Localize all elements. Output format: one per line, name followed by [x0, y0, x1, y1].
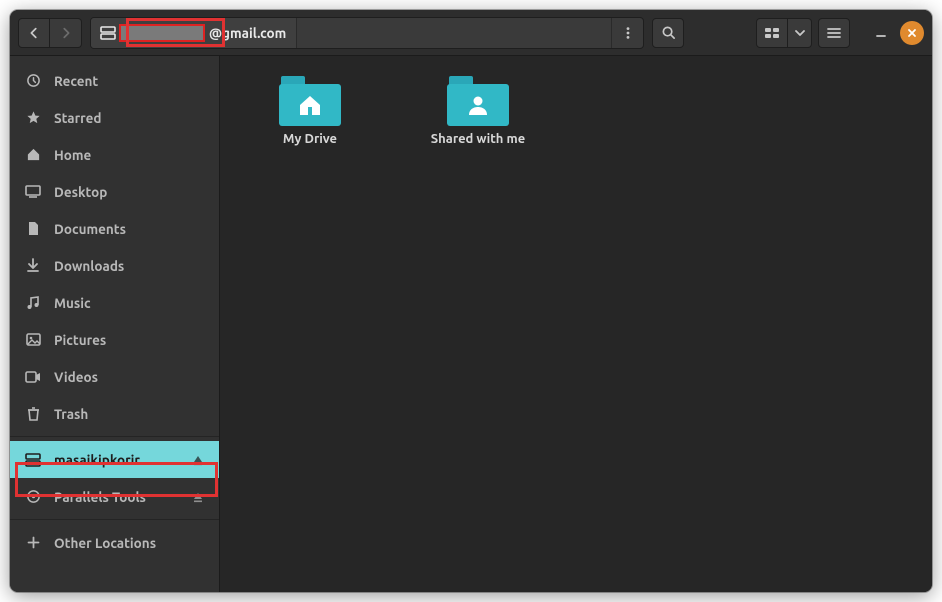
sidebar-mount-parallels[interactable]: Parallels Tools	[10, 478, 219, 515]
sidebar-separator	[10, 436, 219, 437]
folder-label: My Drive	[283, 132, 337, 146]
eject-button[interactable]	[189, 488, 207, 506]
drive-icon	[99, 24, 117, 42]
nav-back-button[interactable]	[18, 18, 50, 48]
file-manager-window: @gmail.com	[10, 10, 932, 592]
path-segment[interactable]: @gmail.com	[91, 18, 297, 48]
sidebar-item-music[interactable]: Music	[10, 284, 219, 321]
sidebar-item-downloads[interactable]: Downloads	[10, 247, 219, 284]
plus-icon	[24, 534, 42, 552]
document-icon	[24, 220, 42, 238]
sidebar-item-home[interactable]: Home	[10, 136, 219, 173]
videos-icon	[24, 368, 42, 386]
folder-my-drive[interactable]: My Drive	[250, 76, 370, 146]
download-icon	[24, 257, 42, 275]
minimize-button[interactable]	[868, 18, 894, 48]
headerbar: @gmail.com	[10, 10, 932, 56]
star-icon	[24, 109, 42, 127]
hamburger-menu-button[interactable]	[818, 18, 850, 48]
search-button[interactable]	[652, 18, 684, 48]
eject-button[interactable]	[189, 451, 207, 469]
sidebar-other-locations[interactable]: Other Locations	[10, 524, 219, 561]
view-mode-button[interactable]	[756, 18, 788, 48]
drive-icon	[24, 451, 42, 469]
folder-label: Shared with me	[431, 132, 525, 146]
close-button[interactable]	[900, 21, 924, 45]
trash-icon	[24, 405, 42, 423]
sidebar-item-recent[interactable]: Recent	[10, 62, 219, 99]
folder-icon	[447, 76, 509, 126]
home-icon	[24, 146, 42, 164]
pictures-icon	[24, 331, 42, 349]
desktop-icon	[24, 183, 42, 201]
path-menu-button[interactable]	[611, 18, 643, 48]
folder-icon	[279, 76, 341, 126]
sidebar-item-pictures[interactable]: Pictures	[10, 321, 219, 358]
view-mode-dropdown[interactable]	[788, 18, 812, 48]
sidebar-item-trash[interactable]: Trash	[10, 395, 219, 432]
sidebar-item-documents[interactable]: Documents	[10, 210, 219, 247]
sidebar-item-starred[interactable]: Starred	[10, 99, 219, 136]
folder-shared-with-me[interactable]: Shared with me	[418, 76, 538, 146]
places-sidebar: Recent Starred Home Desktop Documents Do…	[10, 56, 220, 592]
path-label: @gmail.com	[209, 25, 286, 41]
disc-icon	[24, 488, 42, 506]
sidebar-mount-google-drive[interactable]: masaikipkorir…	[10, 441, 219, 478]
sidebar-item-videos[interactable]: Videos	[10, 358, 219, 395]
location-pathbar[interactable]: @gmail.com	[90, 17, 644, 49]
clock-icon	[24, 72, 42, 90]
icon-view[interactable]: My Drive Shared with me	[220, 56, 932, 592]
redacted-username	[119, 24, 205, 42]
sidebar-separator	[10, 519, 219, 520]
sidebar-item-desktop[interactable]: Desktop	[10, 173, 219, 210]
nav-forward-button[interactable]	[50, 18, 82, 48]
music-icon	[24, 294, 42, 312]
